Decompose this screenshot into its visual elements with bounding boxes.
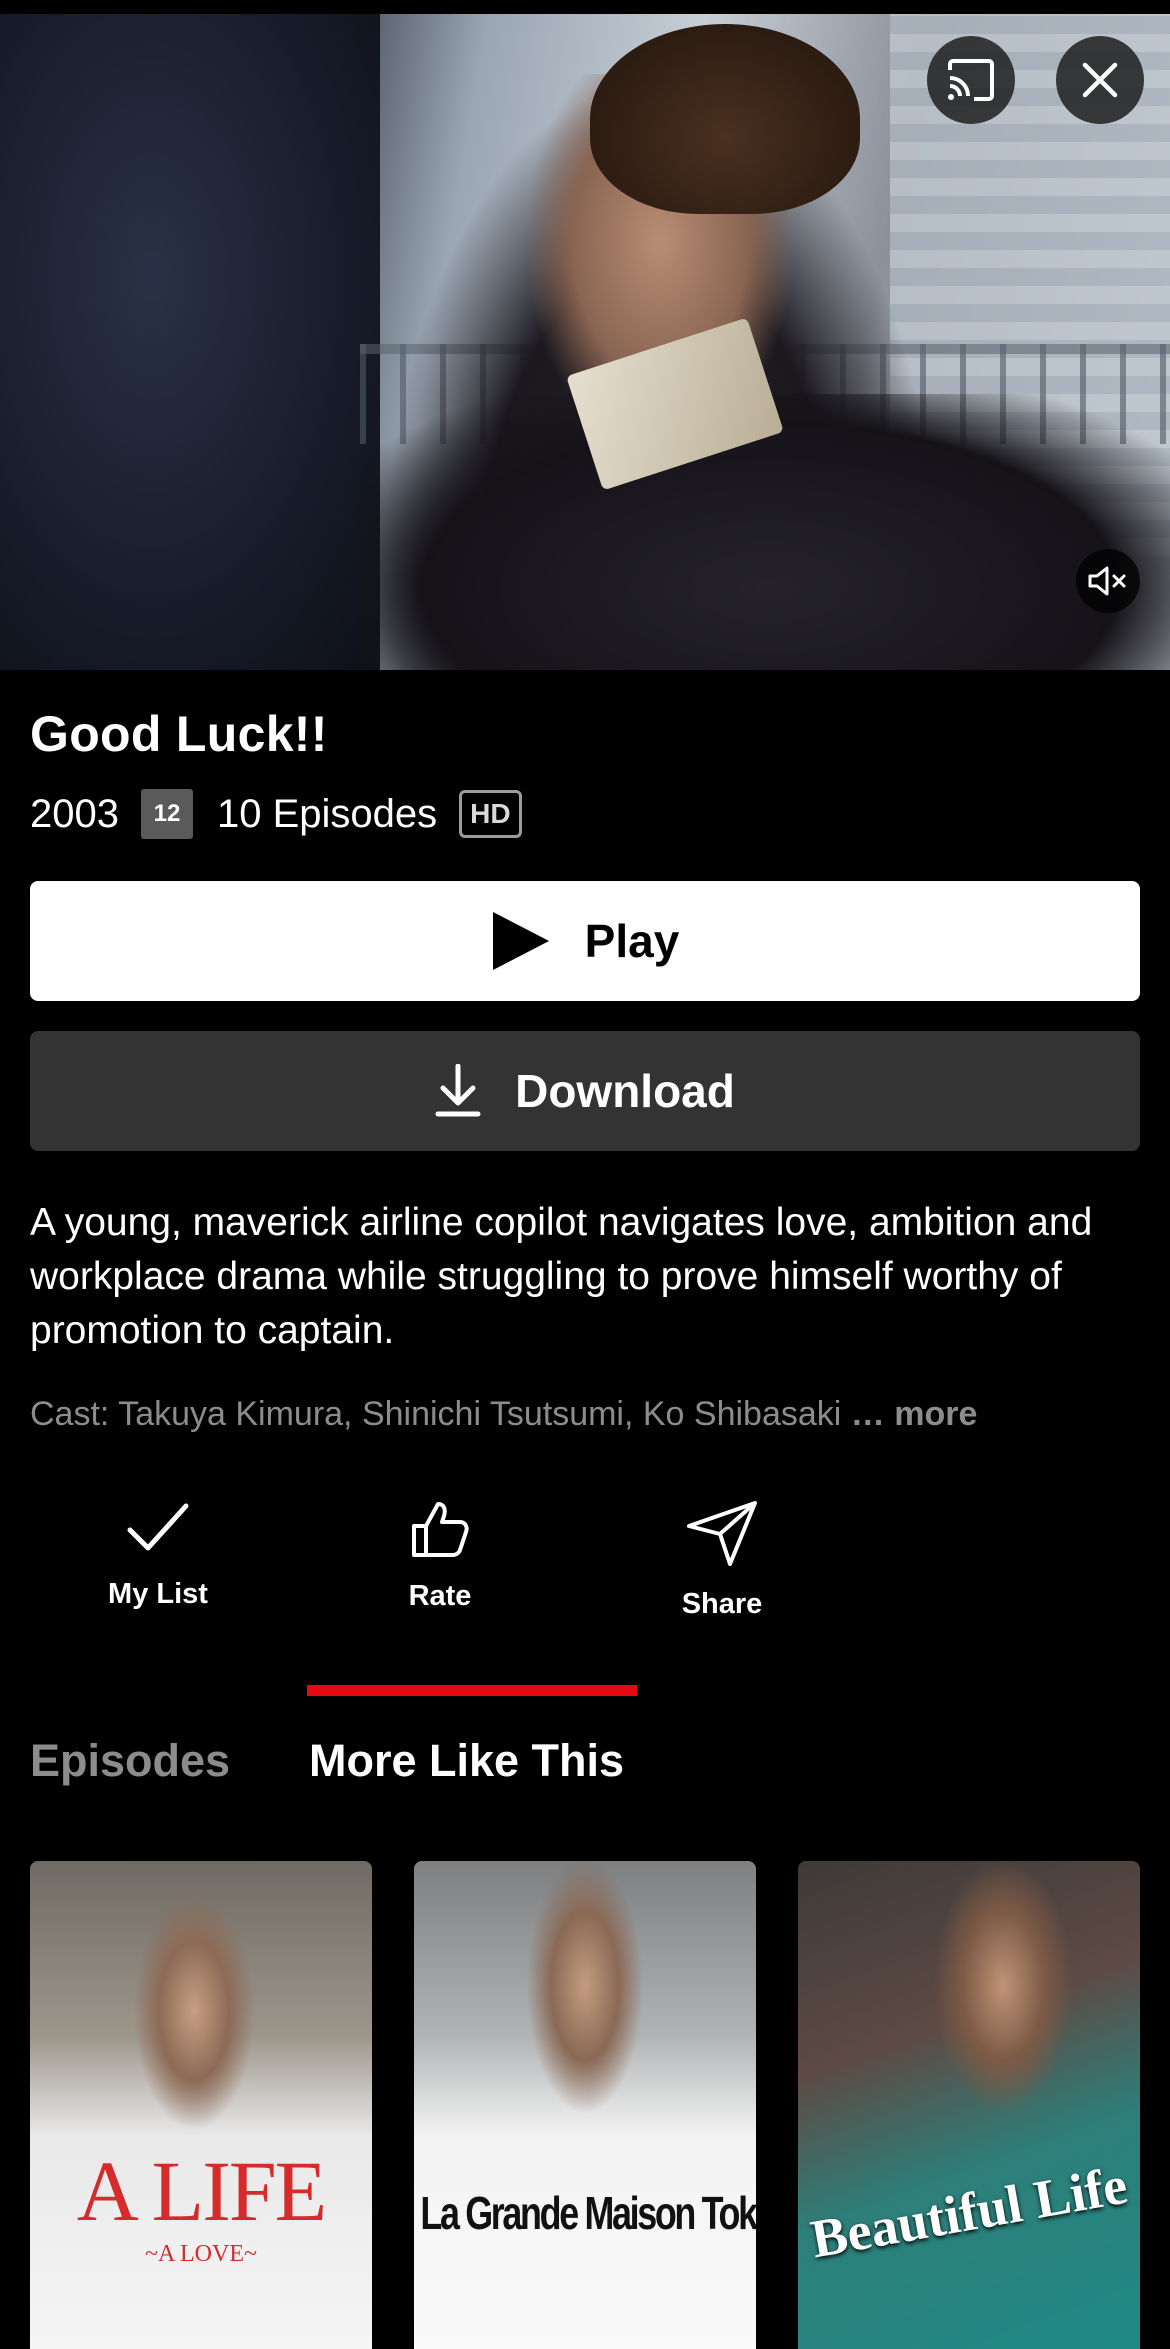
more-like-this-grid: A LIFE ~A LOVE~ La Grande Maison Tokyo B…	[30, 1861, 1140, 2349]
show-title: Good Luck!!	[30, 706, 328, 762]
poster-title: La Grande Maison Tokyo	[420, 2187, 756, 2239]
checkmark-icon	[127, 1503, 189, 1551]
play-label: Play	[584, 915, 680, 967]
thumbs-up-icon	[412, 1502, 469, 1557]
show-meta: 2003 12 10 Episodes HD	[30, 786, 522, 842]
video-preview[interactable]	[0, 14, 1170, 670]
share-paper-plane-icon	[687, 1501, 757, 1566]
poster-title: Beautiful Life	[806, 2154, 1132, 2270]
rate-label: Rate	[408, 1580, 472, 1612]
download-label: Download	[515, 1065, 735, 1117]
poster-a-life[interactable]: A LIFE ~A LOVE~	[30, 1861, 372, 2349]
tab-episodes[interactable]: Episodes	[30, 1735, 230, 1787]
play-icon	[491, 910, 551, 972]
synopsis: A young, maverick airline copilot naviga…	[30, 1201, 1093, 1352]
close-icon	[1082, 62, 1118, 98]
title-detail-page: Good Luck!! 2003 12 10 Episodes HD Play …	[0, 0, 1170, 2349]
poster-subtitle: ~A LOVE~	[145, 2241, 257, 2267]
episode-count: 10 Episodes	[216, 791, 438, 836]
my-list-button[interactable]: My List	[58, 1500, 258, 1640]
hd-badge: HD	[459, 790, 522, 838]
download-button[interactable]: Download	[30, 1031, 1140, 1151]
video-hair	[590, 24, 860, 214]
my-list-label: My List	[108, 1578, 208, 1610]
close-button[interactable]	[1056, 36, 1144, 124]
active-tab-indicator	[307, 1685, 637, 1696]
rate-button[interactable]: Rate	[340, 1500, 540, 1640]
poster-la-grande-maison-tokyo[interactable]: La Grande Maison Tokyo	[414, 1861, 756, 2349]
mute-button[interactable]	[1076, 549, 1140, 613]
poster-title: A LIFE	[76, 2143, 327, 2239]
share-label: Share	[681, 1588, 763, 1620]
release-year: 2003	[30, 791, 119, 836]
share-button[interactable]: Share	[622, 1500, 822, 1640]
cast-icon	[948, 59, 994, 101]
cast-button[interactable]	[927, 36, 1015, 124]
tab-more-like-this[interactable]: More Like This	[309, 1735, 624, 1787]
cast-list: Cast: Takuya Kimura, Shinichi Tsutsumi, …	[30, 1395, 842, 1433]
action-row: My List Rate Share	[0, 1500, 1170, 1640]
download-icon	[435, 1064, 481, 1118]
muted-speaker-icon	[1088, 566, 1126, 596]
play-button[interactable]: Play	[30, 881, 1140, 1001]
poster-beautiful-life[interactable]: Beautiful Life	[798, 1861, 1140, 2349]
cast-more-link[interactable]: … more	[851, 1395, 978, 1433]
cast-line: Cast: Takuya Kimura, Shinichi Tsutsumi, …	[30, 1395, 1140, 1434]
maturity-rating-badge: 12	[140, 789, 193, 839]
video-frame-shadow	[0, 14, 380, 670]
